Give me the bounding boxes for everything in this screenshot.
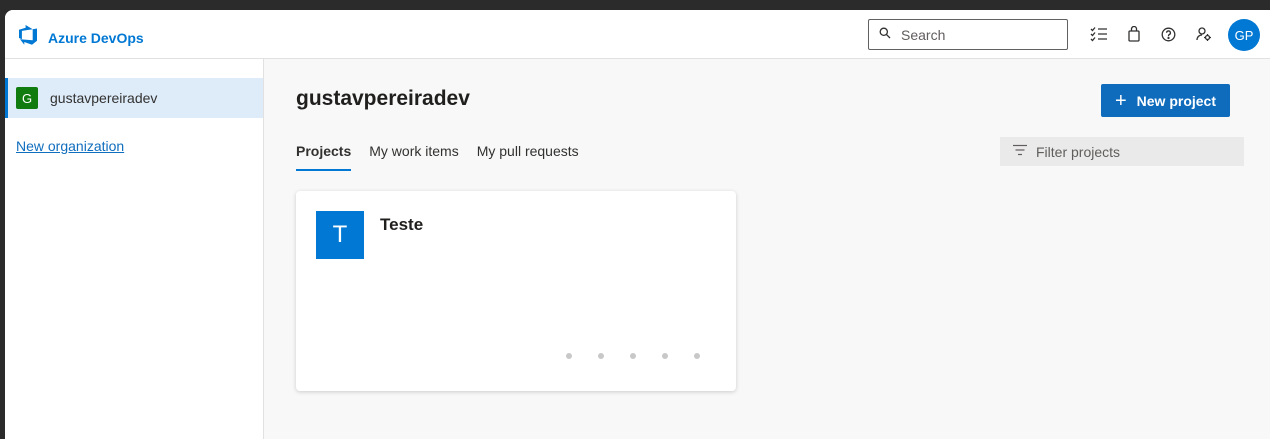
organization-name: gustavpereiradev bbox=[50, 90, 158, 106]
new-project-button[interactable]: + New project bbox=[1101, 84, 1230, 117]
search-box[interactable] bbox=[868, 19, 1068, 50]
organization-badge: G bbox=[16, 87, 38, 109]
app-name: Azure DevOps bbox=[48, 29, 144, 46]
main-content: gustavpereiradev + New project Projects … bbox=[265, 59, 1270, 439]
organization-sidebar: G gustavpereiradev New organization bbox=[5, 59, 264, 439]
plus-icon: + bbox=[1114, 89, 1127, 112]
azure-devops-logo[interactable]: Azure DevOps bbox=[17, 24, 144, 51]
help-icon[interactable] bbox=[1159, 25, 1177, 43]
azure-devops-icon bbox=[17, 24, 39, 51]
user-avatar[interactable]: GP bbox=[1228, 19, 1260, 51]
filter-icon bbox=[1013, 143, 1027, 161]
top-navigation-bar: Azure DevOps Search GP bbox=[5, 10, 1270, 59]
new-project-label: New project bbox=[1136, 92, 1217, 109]
page-title: gustavpereiradev bbox=[296, 87, 470, 110]
search-input[interactable] bbox=[901, 26, 1051, 43]
filter-projects-input[interactable] bbox=[1036, 143, 1236, 160]
work-items-checklist-icon[interactable] bbox=[1090, 25, 1108, 43]
project-tabs: Projects My work items My pull requests bbox=[296, 143, 579, 171]
project-card[interactable]: T Teste bbox=[296, 191, 736, 391]
service-placeholder-dot bbox=[630, 353, 636, 359]
tab-my-work-items[interactable]: My work items bbox=[369, 143, 458, 171]
filter-projects-box[interactable] bbox=[1000, 137, 1244, 166]
service-placeholder-dot bbox=[598, 353, 604, 359]
service-placeholder-dot bbox=[694, 353, 700, 359]
project-avatar: T bbox=[316, 211, 364, 259]
project-service-placeholders bbox=[566, 353, 700, 359]
service-placeholder-dot bbox=[662, 353, 668, 359]
search-icon bbox=[879, 26, 891, 44]
tab-my-pull-requests[interactable]: My pull requests bbox=[477, 143, 579, 171]
new-organization-link[interactable]: New organization bbox=[16, 138, 124, 154]
service-placeholder-dot bbox=[566, 353, 572, 359]
marketplace-bag-icon[interactable] bbox=[1125, 25, 1143, 43]
project-name[interactable]: Teste bbox=[380, 215, 423, 235]
sidebar-item-organization[interactable]: G gustavpereiradev bbox=[5, 78, 263, 118]
browser-window: Azure DevOps Search GP G gustavpereirade… bbox=[5, 10, 1270, 439]
user-settings-icon[interactable] bbox=[1195, 25, 1213, 43]
tab-projects[interactable]: Projects bbox=[296, 143, 352, 171]
